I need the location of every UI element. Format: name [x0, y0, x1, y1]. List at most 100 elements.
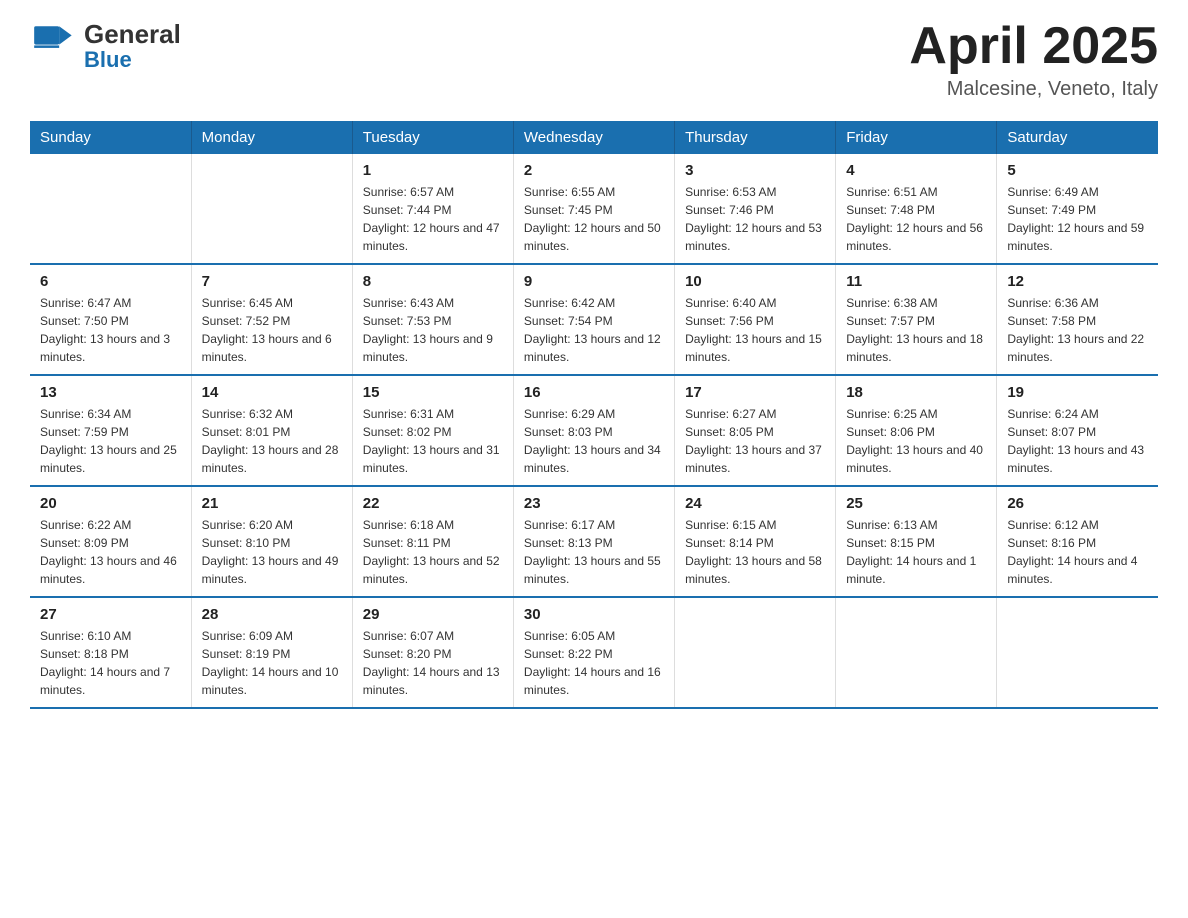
page-header: General Blue April 2025 Malcesine, Venet…: [30, 20, 1158, 101]
sunrise-text: Sunrise: 6:53 AM: [685, 183, 825, 201]
day-info: Sunrise: 6:18 AMSunset: 8:11 PMDaylight:…: [363, 516, 503, 588]
calendar-cell: 16Sunrise: 6:29 AMSunset: 8:03 PMDayligh…: [513, 375, 674, 486]
calendar-cell: 1Sunrise: 6:57 AMSunset: 7:44 PMDaylight…: [352, 154, 513, 264]
sunset-text: Sunset: 8:14 PM: [685, 534, 825, 552]
title-section: April 2025 Malcesine, Veneto, Italy: [909, 20, 1158, 101]
calendar-cell: 18Sunrise: 6:25 AMSunset: 8:06 PMDayligh…: [836, 375, 997, 486]
day-info: Sunrise: 6:25 AMSunset: 8:06 PMDaylight:…: [846, 405, 986, 477]
day-number: 14: [202, 384, 342, 401]
sunset-text: Sunset: 8:05 PM: [685, 423, 825, 441]
daylight-text: Daylight: 14 hours and 1 minute.: [846, 552, 986, 588]
day-info: Sunrise: 6:32 AMSunset: 8:01 PMDaylight:…: [202, 405, 342, 477]
calendar-cell: 12 Sunrise: 6:36 AMSunset: 7:58 PMDayligh…: [997, 264, 1158, 375]
calendar-cell: 29Sunrise: 6:07 AMSunset: 8:20 PMDayligh…: [352, 597, 513, 708]
sunset-text: Sunset: 7:52 PM: [202, 312, 342, 330]
header-day-sunday: Sunday: [30, 121, 191, 154]
calendar-cell: 11Sunrise: 6:38 AMSunset: 7:57 PMDayligh…: [836, 264, 997, 375]
calendar-cell: 17Sunrise: 6:27 AMSunset: 8:05 PMDayligh…: [675, 375, 836, 486]
sunrise-text: Sunrise: 6:51 AM: [846, 183, 986, 201]
sunset-text: Sunset: 8:20 PM: [363, 645, 503, 663]
sunrise-text: Sunrise: 6:10 AM: [40, 627, 181, 645]
sunset-text: Sunset: 8:18 PM: [40, 645, 181, 663]
sunset-text: Sunset: 7:45 PM: [524, 201, 664, 219]
sunrise-text: Sunrise: 6:29 AM: [524, 405, 664, 423]
calendar-cell: 23Sunrise: 6:17 AMSunset: 8:13 PMDayligh…: [513, 486, 674, 597]
sunrise-text: Sunrise: 6:05 AM: [524, 627, 664, 645]
daylight-text: Daylight: 14 hours and 13 minutes.: [363, 663, 503, 699]
logo-icon: [30, 20, 80, 70]
sunrise-text: Sunrise: 6:49 AM: [1007, 183, 1148, 201]
calendar-header: SundayMondayTuesdayWednesdayThursdayFrid…: [30, 121, 1158, 154]
sunrise-text: Sunrise: 6:24 AM: [1007, 405, 1148, 423]
calendar-cell: 25 Sunrise: 6:13 AMSunset: 8:15 PMDayligh…: [836, 486, 997, 597]
day-info: Sunrise: 6:36 AMSunset: 7:58 PMDaylight:…: [1007, 294, 1148, 366]
day-info: Sunrise: 6:34 AMSunset: 7:59 PMDaylight:…: [40, 405, 181, 477]
daylight-text: Daylight: 13 hours and 55 minutes.: [524, 552, 664, 588]
daylight-text: Daylight: 14 hours and 16 minutes.: [524, 663, 664, 699]
calendar-cell: 7Sunrise: 6:45 AMSunset: 7:52 PMDaylight…: [191, 264, 352, 375]
sunset-text: Sunset: 7:57 PM: [846, 312, 986, 330]
daylight-text: Daylight: 13 hours and 46 minutes.: [40, 552, 181, 588]
day-number: 4: [846, 162, 986, 179]
sunrise-text: Sunrise: 6:36 AM: [1007, 294, 1148, 312]
sunrise-text: Sunrise: 6:34 AM: [40, 405, 181, 423]
day-number: 15: [363, 384, 503, 401]
day-info: Sunrise: 6:17 AMSunset: 8:13 PMDaylight:…: [524, 516, 664, 588]
day-info: Sunrise: 6:42 AMSunset: 7:54 PMDaylight:…: [524, 294, 664, 366]
sunset-text: Sunset: 8:09 PM: [40, 534, 181, 552]
day-info: Sunrise: 6:57 AMSunset: 7:44 PMDaylight:…: [363, 183, 503, 255]
day-info: Sunrise: 6:51 AMSunset: 7:48 PMDaylight:…: [846, 183, 986, 255]
calendar-cell: [836, 597, 997, 708]
sunset-text: Sunset: 8:11 PM: [363, 534, 503, 552]
calendar-cell: 2Sunrise: 6:55 AMSunset: 7:45 PMDaylight…: [513, 154, 674, 264]
sunrise-text: Sunrise: 6:32 AM: [202, 405, 342, 423]
daylight-text: Daylight: 13 hours and 58 minutes.: [685, 552, 825, 588]
daylight-text: Daylight: 14 hours and 4 minutes.: [1007, 552, 1148, 588]
sunset-text: Sunset: 8:07 PM: [1007, 423, 1148, 441]
calendar-cell: 19 Sunrise: 6:24 AMSunset: 8:07 PMDayligh…: [997, 375, 1158, 486]
header-row: SundayMondayTuesdayWednesdayThursdayFrid…: [30, 121, 1158, 154]
day-info: Sunrise: 6:53 AMSunset: 7:46 PMDaylight:…: [685, 183, 825, 255]
sunrise-text: Sunrise: 6:15 AM: [685, 516, 825, 534]
day-number: 12: [1007, 273, 1148, 290]
day-number: 25: [846, 495, 986, 512]
daylight-text: Daylight: 13 hours and 3 minutes.: [40, 330, 181, 366]
day-info: Sunrise: 6:31 AMSunset: 8:02 PMDaylight:…: [363, 405, 503, 477]
sunrise-text: Sunrise: 6:45 AM: [202, 294, 342, 312]
sunrise-text: Sunrise: 6:31 AM: [363, 405, 503, 423]
day-info: Sunrise: 6:29 AMSunset: 8:03 PMDaylight:…: [524, 405, 664, 477]
sunrise-text: Sunrise: 6:40 AM: [685, 294, 825, 312]
daylight-text: Daylight: 14 hours and 7 minutes.: [40, 663, 181, 699]
sunset-text: Sunset: 8:22 PM: [524, 645, 664, 663]
day-number: 21: [202, 495, 342, 512]
calendar-cell: 5Sunrise: 6:49 AMSunset: 7:49 PMDaylight…: [997, 154, 1158, 264]
day-number: 9: [524, 273, 664, 290]
day-number: 11: [846, 273, 986, 290]
sunrise-text: Sunrise: 6:17 AM: [524, 516, 664, 534]
day-info: Sunrise: 6:49 AMSunset: 7:49 PMDaylight:…: [1007, 183, 1148, 255]
sunset-text: Sunset: 8:10 PM: [202, 534, 342, 552]
calendar-cell: 10Sunrise: 6:40 AMSunset: 7:56 PMDayligh…: [675, 264, 836, 375]
day-info: Sunrise: 6:13 AMSunset: 8:15 PMDaylight:…: [846, 516, 986, 588]
day-number: 19: [1007, 384, 1148, 401]
week-row-2: 6Sunrise: 6:47 AMSunset: 7:50 PMDaylight…: [30, 264, 1158, 375]
calendar-body: 1Sunrise: 6:57 AMSunset: 7:44 PMDaylight…: [30, 154, 1158, 708]
daylight-text: Daylight: 13 hours and 52 minutes.: [363, 552, 503, 588]
day-info: Sunrise: 6:09 AMSunset: 8:19 PMDaylight:…: [202, 627, 342, 699]
daylight-text: Daylight: 13 hours and 43 minutes.: [1007, 441, 1148, 477]
sunrise-text: Sunrise: 6:57 AM: [363, 183, 503, 201]
sunset-text: Sunset: 7:56 PM: [685, 312, 825, 330]
day-info: Sunrise: 6:40 AMSunset: 7:56 PMDaylight:…: [685, 294, 825, 366]
sunset-text: Sunset: 7:58 PM: [1007, 312, 1148, 330]
day-info: Sunrise: 6:20 AMSunset: 8:10 PMDaylight:…: [202, 516, 342, 588]
calendar-cell: 14 Sunrise: 6:32 AMSunset: 8:01 PMDayligh…: [191, 375, 352, 486]
sunrise-text: Sunrise: 6:27 AM: [685, 405, 825, 423]
calendar-cell: 9 Sunrise: 6:42 AMSunset: 7:54 PMDaylight…: [513, 264, 674, 375]
logo: General Blue: [30, 20, 181, 71]
sunrise-text: Sunrise: 6:07 AM: [363, 627, 503, 645]
sunset-text: Sunset: 8:15 PM: [846, 534, 986, 552]
day-info: Sunrise: 6:55 AMSunset: 7:45 PMDaylight:…: [524, 183, 664, 255]
daylight-text: Daylight: 12 hours and 56 minutes.: [846, 219, 986, 255]
calendar-cell: 30Sunrise: 6:05 AMSunset: 8:22 PMDayligh…: [513, 597, 674, 708]
header-day-friday: Friday: [836, 121, 997, 154]
